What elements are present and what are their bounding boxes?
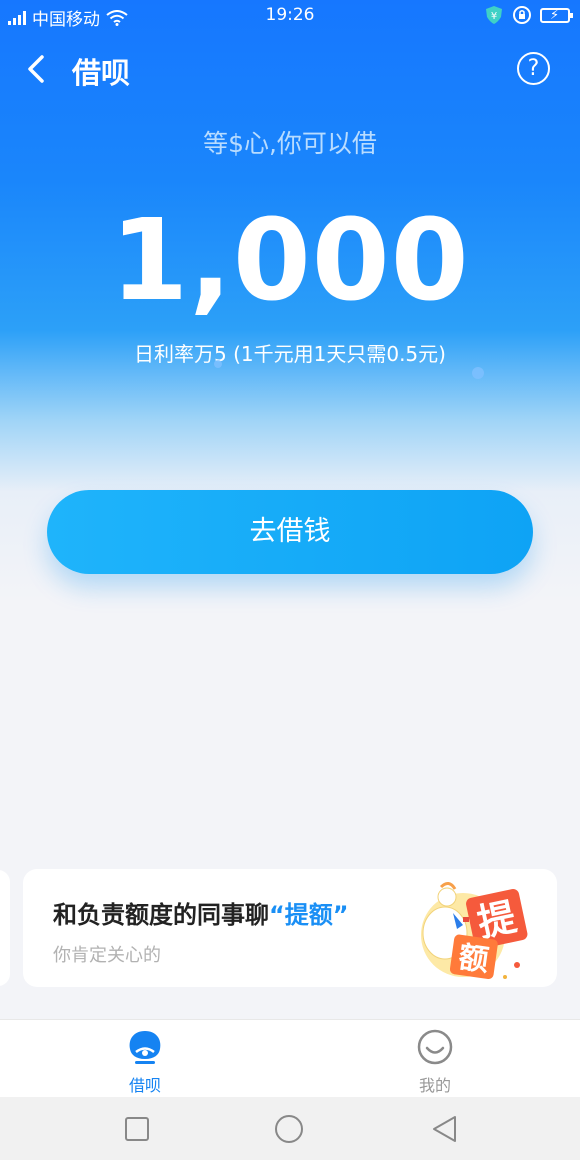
page-title: 借呗 (72, 56, 131, 90)
tab-bar: 借呗 我的 (0, 1019, 580, 1097)
shield-yuan-icon: ¥ (486, 6, 502, 24)
decor-dot (214, 360, 222, 368)
nav-bar: 借呗 ? (0, 40, 580, 100)
tab-jiebei[interactable]: 借呗 (85, 1028, 205, 1096)
credit-amount: 1,000 (110, 196, 470, 326)
help-icon[interactable]: ? (517, 52, 550, 85)
back-triangle-icon[interactable] (430, 1114, 460, 1144)
credit-subtitle: 等$心,你可以借 (203, 129, 377, 158)
promo-card[interactable]: 和负责额度的同事聊“提额” 你肯定关心的 提 额 (23, 869, 557, 987)
interest-rate-text: 日利率万5 (1千元用1天只需0.5元) (134, 342, 446, 366)
back-icon[interactable] (20, 52, 54, 86)
tab-jiebei-label: 借呗 (128, 1076, 161, 1095)
svg-text:¥: ¥ (491, 11, 497, 22)
promo-title-highlight: “提额” (269, 901, 349, 929)
promo-subtitle: 你肯定关心的 (53, 945, 161, 966)
tab-mine-label: 我的 (418, 1076, 451, 1095)
system-nav-bar (0, 1097, 580, 1160)
art-char-2: 额 (456, 940, 491, 979)
recent-apps-icon[interactable] (122, 1114, 152, 1144)
decor-dot (472, 367, 484, 379)
status-bar: 中国移动 19:26 ¥ ⚡ (0, 0, 580, 32)
status-right: ¥ ⚡ (484, 5, 573, 25)
tab-mine[interactable]: 我的 (375, 1028, 495, 1096)
home-icon[interactable] (274, 1114, 304, 1144)
jiebei-tab-icon (129, 1031, 161, 1064)
raise-limit-illustration: 提 额 (421, 882, 528, 980)
previous-card-edge[interactable] (0, 870, 10, 986)
promo-title-text: 和负责额度的同事聊 (53, 901, 269, 929)
promo-title: 和负责额度的同事聊“提额” (53, 895, 349, 930)
rotation-lock-icon (513, 6, 531, 24)
battery-icon: ⚡ (540, 7, 573, 23)
borrow-button[interactable]: 去借钱 (47, 490, 533, 574)
smiley-icon (417, 1029, 453, 1065)
